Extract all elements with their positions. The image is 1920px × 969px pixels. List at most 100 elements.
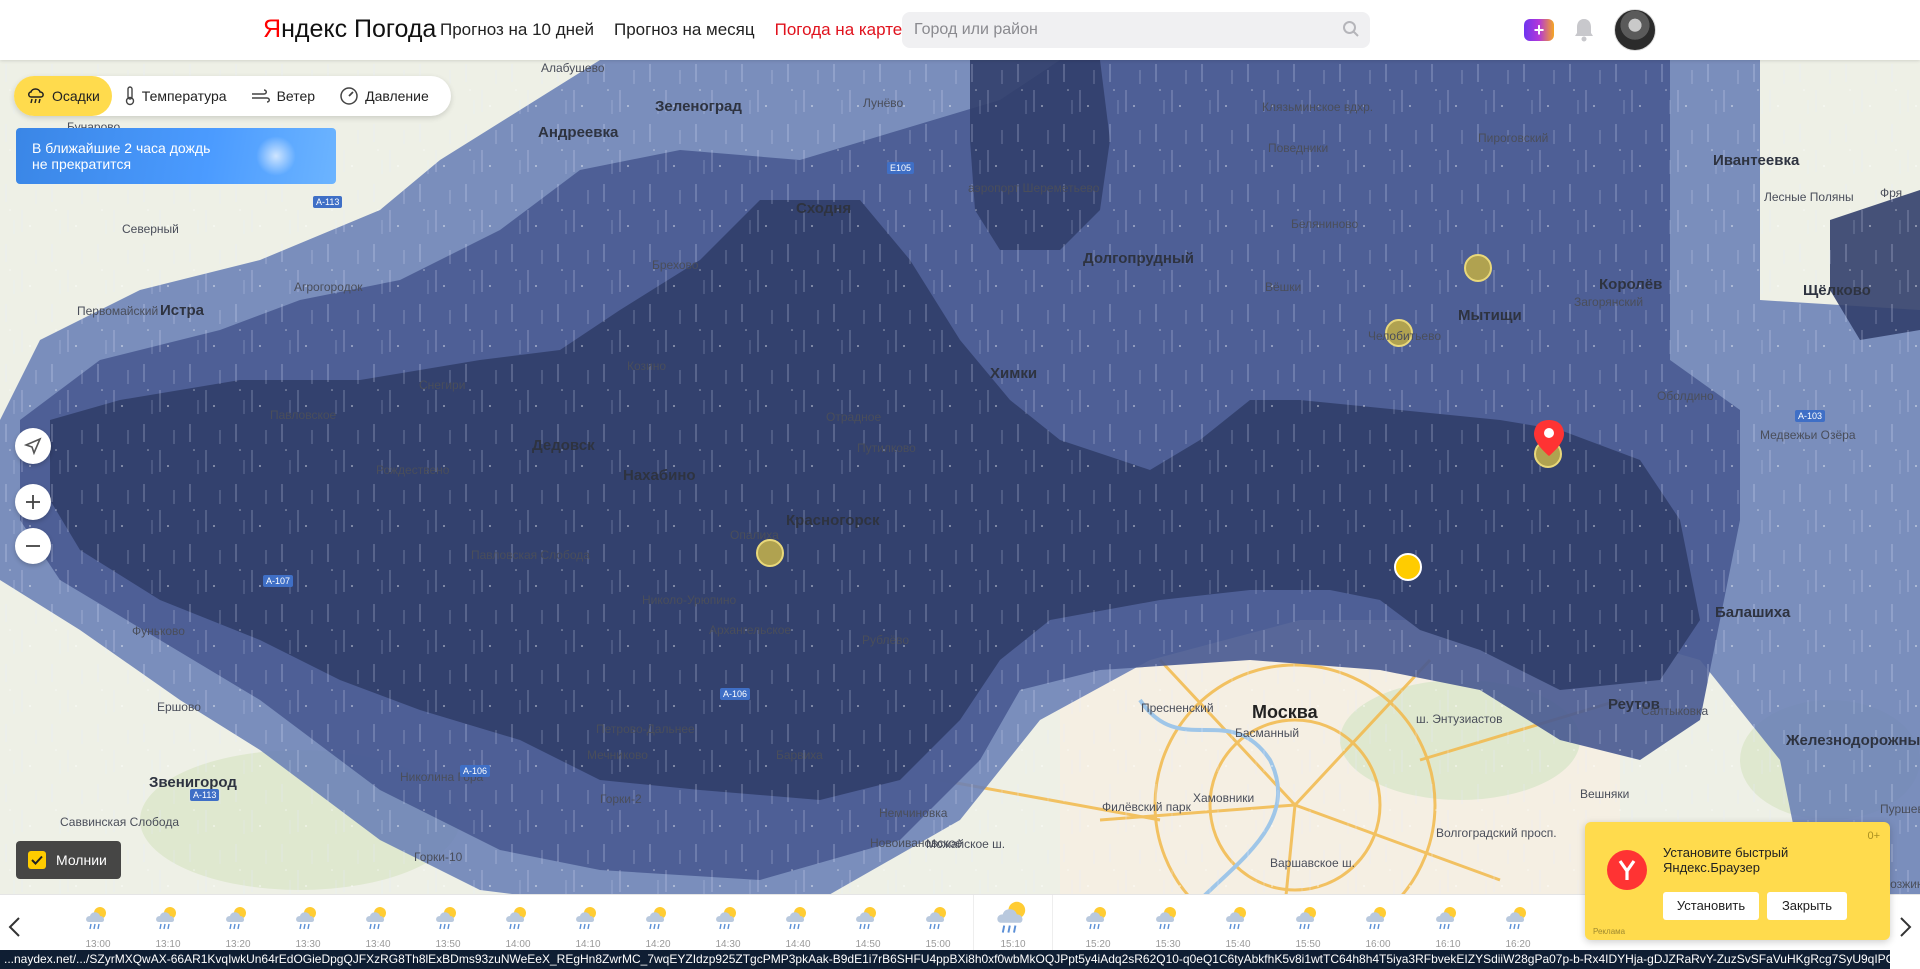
timeline-slot[interactable]: 15:30 [1143, 905, 1193, 950]
rain-sun-icon [503, 905, 533, 936]
timeline-slot[interactable]: 14:40 [773, 905, 823, 950]
map-label: Николо-Урюпино [642, 593, 737, 607]
plus-icon[interactable]: + [1524, 19, 1554, 41]
map-label: Павловское [270, 408, 337, 422]
timeline-slot[interactable]: 15:20 [1073, 905, 1123, 950]
map-label: Отрадное [826, 410, 882, 424]
timeline-slot[interactable]: 13:50 [423, 905, 473, 950]
search-input[interactable] [902, 12, 1370, 48]
layer-tabs: Осадки Температура Ветер Давление [14, 76, 451, 116]
rain-sun-icon [83, 905, 113, 936]
map-label: Хамовники [1193, 791, 1255, 805]
timeline-prev-arrow-icon[interactable] [4, 915, 28, 939]
map-label: Филёвский парк [1102, 800, 1191, 814]
map-label: Долгопрудный [1083, 250, 1195, 267]
route-shield: А-113 [313, 196, 343, 208]
timeline-next-arrow-icon[interactable] [1892, 915, 1916, 939]
tab-temperature[interactable]: Температура [112, 76, 239, 116]
timeline-slot[interactable]: 13:30 [283, 905, 333, 950]
timeline-slot[interactable]: 16:10 [1423, 905, 1473, 950]
route-shield: А-106 [720, 688, 751, 700]
timeline-time-label: 14:20 [645, 939, 671, 950]
map-label: Зеленоград [655, 98, 742, 115]
timeline-slot[interactable]: 15:40 [1213, 905, 1263, 950]
map-label: Ивантеевка [1713, 152, 1800, 169]
zoom-out-button[interactable] [15, 528, 51, 564]
y-letter-icon [1618, 860, 1636, 880]
map-label: ш. Энтузиастов [1416, 712, 1503, 726]
browser-promo: 0+ Установите быстрый Яндекс.Браузер Уст… [1585, 822, 1890, 940]
map-label: Павловская Слобода [471, 548, 590, 562]
map-label: Мечниково [587, 748, 648, 762]
timeline-time-label: 15:00 [925, 939, 951, 950]
minus-icon [26, 545, 40, 547]
timeline-slot[interactable]: 14:20 [633, 905, 683, 950]
timeline-time-label: 13:40 [365, 939, 391, 950]
map-label: Путилково [857, 441, 916, 455]
route-shield: А-103 [1795, 410, 1826, 422]
timeline-current-slot[interactable]: 15:10 [973, 895, 1053, 957]
timeline-time-label: 14:10 [575, 939, 601, 950]
timeline-time-label: 13:00 [85, 939, 111, 950]
timeline-slot[interactable]: 13:00 [73, 905, 123, 950]
logo-product: Погода [347, 15, 437, 43]
logo[interactable]: Яндекс Погода [263, 14, 436, 44]
tab-precipitation[interactable]: Осадки [14, 76, 112, 116]
map-label: Клязьминское вдхр. [1262, 100, 1374, 114]
map-label: Фря [1880, 186, 1903, 200]
map-label: Вёшки [1265, 280, 1302, 294]
tab-wind[interactable]: Ветер [239, 76, 328, 116]
route-shield: Е105 [887, 162, 915, 174]
nav-10-days[interactable]: Прогноз на 10 дней [440, 20, 594, 40]
rain-forecast-banner[interactable]: В ближайшие 2 часа дождь не прекратится [16, 128, 336, 184]
map-label: Нахабино [623, 467, 696, 484]
map-label: Ершово [157, 700, 201, 714]
install-button[interactable]: Установить [1663, 892, 1759, 920]
check-icon [31, 855, 43, 865]
lightning-checkbox[interactable] [28, 851, 46, 869]
timeline-slot[interactable]: 14:00 [493, 905, 543, 950]
map-label: Козино [627, 359, 667, 373]
zoom-in-button[interactable] [15, 484, 51, 520]
timeline-time-label: 14:30 [715, 939, 741, 950]
search-icon[interactable] [1342, 20, 1360, 38]
logo-letter: Я [263, 15, 282, 43]
map-label: Загорянский [1574, 295, 1644, 309]
promo-text: Установите быстрый Яндекс.Браузер [1663, 845, 1853, 875]
timeline-time-label: 16:20 [1505, 939, 1531, 950]
map-label: Челобитьево [1368, 329, 1441, 343]
rain-sun-icon [1223, 905, 1253, 936]
timeline-slot[interactable]: 15:50 [1283, 905, 1333, 950]
map-label: Беляниново [1291, 217, 1359, 231]
timeline-slot[interactable]: 13:40 [353, 905, 403, 950]
timeline-slot[interactable]: 15:00 [913, 905, 963, 950]
plus-icon [26, 495, 40, 509]
nav-month[interactable]: Прогноз на месяц [614, 20, 755, 40]
map-label: Алабушево [541, 61, 605, 75]
map-label: Варшавское ш. [1270, 856, 1355, 870]
rain-sun-icon [853, 905, 883, 936]
bell-icon[interactable] [1573, 17, 1595, 43]
lightning-toggle[interactable]: Молнии [16, 841, 121, 879]
nav-map[interactable]: Погода на карте [775, 20, 903, 40]
timeline-slot[interactable]: 13:20 [213, 905, 263, 950]
timeline-slot[interactable]: 13:10 [143, 905, 193, 950]
timeline-time-label: 15:40 [1225, 939, 1251, 950]
timeline-slot[interactable]: 16:00 [1353, 905, 1403, 950]
tab-pressure[interactable]: Давление [327, 76, 441, 116]
map-label: Балашиха [1715, 604, 1791, 621]
timeline-slot[interactable]: 14:30 [703, 905, 753, 950]
timeline-slot[interactable]: 16:20 [1493, 905, 1543, 950]
rain-sun-icon [223, 905, 253, 936]
map-label: Горки-10 [414, 850, 463, 864]
timeline-slot[interactable]: 14:10 [563, 905, 613, 950]
avatar[interactable] [1614, 9, 1656, 51]
logo-brand: ндекс [281, 15, 348, 43]
yandex-browser-logo-icon [1607, 850, 1647, 890]
close-promo-button[interactable]: Закрыть [1767, 892, 1847, 920]
locate-button[interactable] [15, 428, 51, 464]
tab-precipitation-label: Осадки [52, 88, 100, 104]
timeline-slot[interactable]: 14:50 [843, 905, 893, 950]
route-shield: А-106 [460, 765, 491, 777]
map-label: Агрогородок [294, 280, 363, 294]
